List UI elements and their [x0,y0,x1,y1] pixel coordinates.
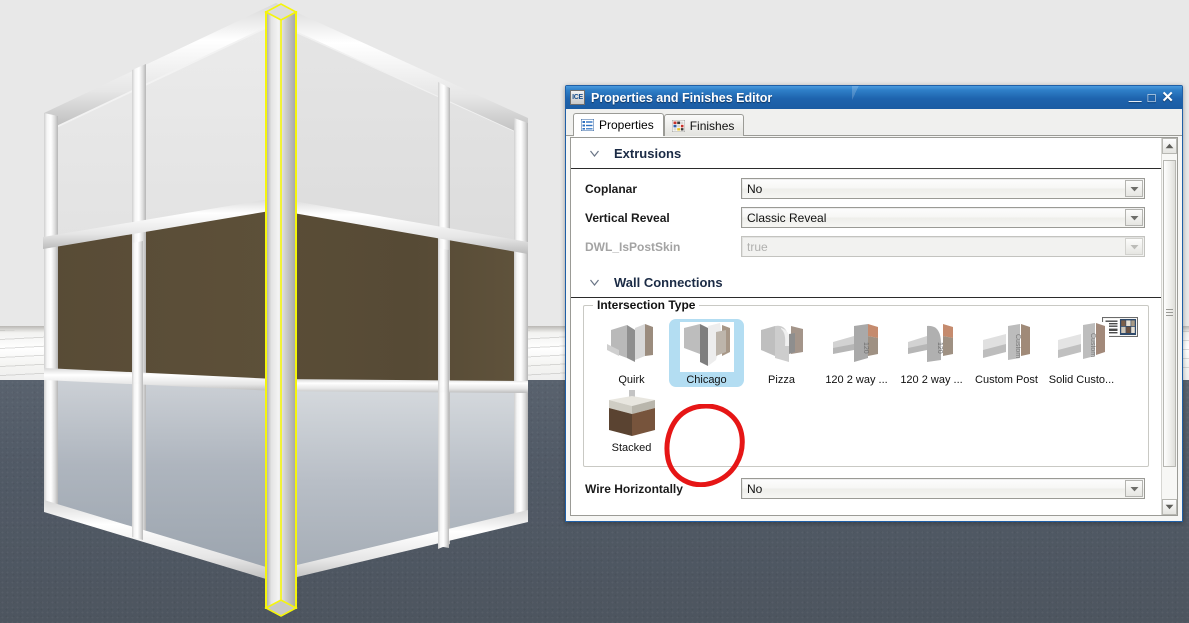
scrollbar-grip-icon [1166,309,1173,318]
svg-text:Custom: Custom [1089,333,1096,357]
scrollbar-track[interactable] [1162,154,1177,499]
chicago-label: Chicago [686,374,727,386]
solid-custom-thumbnail-icon: Custom [1054,322,1109,372]
section-header-extrusions[interactable]: Extrusions [571,138,1161,169]
scrollbar-thumb[interactable] [1163,160,1176,467]
120-2way-a-thumbnail-icon: 120 [829,322,884,372]
tab-properties-label: Properties [599,118,654,132]
intersection-item-chicago[interactable]: Chicago [669,319,744,387]
properties-panel: Extrusions Coplanar No Vertical Reveal C… [570,137,1178,516]
label-coplanar: Coplanar [585,181,638,196]
solid-custom-label: Solid Custo... [1048,374,1115,386]
intersection-type-groupbox: Intersection Type Quirk Chicago Pizza 12… [583,298,1149,467]
combo-coplanar-value: No [747,181,763,196]
label-wire-horizontally: Wire Horizontally [585,481,683,496]
tab-properties[interactable]: Properties [573,113,664,137]
intersection-type-thumbnail-grid: Quirk Chicago Pizza 120 120 2 way ... 12… [594,319,1138,455]
120-2way-a-label: 120 2 way ... [825,374,888,386]
120-2way-b-thumbnail-icon: 120 [904,322,959,372]
property-row-vertical-reveal: Vertical Reveal Classic Reveal [571,203,1161,232]
quirk-label: Quirk [618,374,645,386]
custom-post-label: Custom Post [975,374,1038,386]
tab-strip: Properties Finishes [566,109,1182,137]
combo-wire-horizontally[interactable]: No [741,478,1145,499]
combo-coplanar[interactable]: No [741,178,1145,199]
combo-dwl-ispostskin: true [741,236,1145,257]
properties-scroll-pane[interactable]: Extrusions Coplanar No Vertical Reveal C… [571,138,1161,515]
selected-corner-post[interactable] [264,3,298,617]
chevron-down-icon[interactable] [1125,180,1143,197]
combo-dwl-ispostskin-value: true [747,239,768,254]
section-header-wall-connections[interactable]: Wall Connections [571,267,1161,298]
maximize-button[interactable]: □ [1148,90,1156,105]
scroll-up-button[interactable] [1162,138,1177,154]
chicago-thumbnail-icon [679,322,734,372]
property-row-coplanar: Coplanar No [571,174,1161,203]
intersection-item-pizza[interactable]: Pizza [744,319,819,387]
window-titlebar[interactable]: ICE Properties and Finishes Editor — □ ✕ [566,86,1182,109]
combo-wire-horizontally-value: No [747,481,763,496]
groupbox-legend-intersection-type: Intersection Type [593,298,700,312]
intersection-item-solid-custom[interactable]: Custom Solid Custo... [1044,319,1119,387]
window-controls: — □ ✕ [1129,90,1180,108]
app-icon: ICE [570,90,585,105]
scroll-down-button[interactable] [1162,499,1177,515]
chevron-down-icon [1125,238,1143,255]
svg-text:Custom: Custom [1014,334,1021,358]
label-vertical-reveal: Vertical Reveal [585,210,670,225]
left-lower-glass-panels [45,372,276,580]
property-row-wire-horizontally: Wire Horizontally No [571,474,1161,503]
intersection-item-120-2way-b[interactable]: 120 120 2 way ... [894,319,969,387]
combo-vertical-reveal[interactable]: Classic Reveal [741,207,1145,228]
close-button[interactable]: ✕ [1161,90,1174,105]
chevron-down-icon[interactable] [1125,209,1143,226]
chevron-down-icon[interactable] [589,148,600,159]
stacked-label: Stacked [611,442,652,454]
svg-text:120: 120 [936,342,943,354]
intersection-item-120-2way-a[interactable]: 120 120 2 way ... [819,319,894,387]
custom-post-thumbnail-icon: Custom [979,322,1034,372]
minimize-button[interactable]: — [1129,93,1142,108]
pizza-label: Pizza [768,374,795,386]
property-row-dwl-ispostskin: DWL_IsPostSkin true [571,232,1161,261]
intersection-item-stacked[interactable]: Stacked [594,387,669,455]
section-title-wall-connections: Wall Connections [614,274,723,290]
quirk-thumbnail-icon [604,322,659,372]
tab-finishes[interactable]: Finishes [663,114,745,136]
label-dwl-ispostskin: DWL_IsPostSkin [585,239,681,254]
properties-and-finishes-editor-window[interactable]: ICE Properties and Finishes Editor — □ ✕… [565,85,1183,522]
intersection-item-quirk[interactable]: Quirk [594,319,669,387]
chevron-down-icon[interactable] [589,277,600,288]
vertical-scrollbar[interactable] [1161,138,1177,515]
stacked-thumbnail-icon [604,390,659,440]
tab-finishes-label: Finishes [689,118,735,133]
chevron-down-icon[interactable] [1125,480,1143,497]
120-2way-b-label: 120 2 way ... [900,374,963,386]
window-title: Properties and Finishes Editor [591,90,773,105]
svg-text:120: 120 [862,342,869,354]
combo-vertical-reveal-value: Classic Reveal [747,210,827,225]
pizza-thumbnail-icon [754,322,809,372]
intersection-item-custom-post[interactable]: Custom Custom Post [969,319,1044,387]
list-icon [581,119,594,131]
color-grid-icon [671,119,685,132]
section-title-extrusions: Extrusions [614,145,682,161]
